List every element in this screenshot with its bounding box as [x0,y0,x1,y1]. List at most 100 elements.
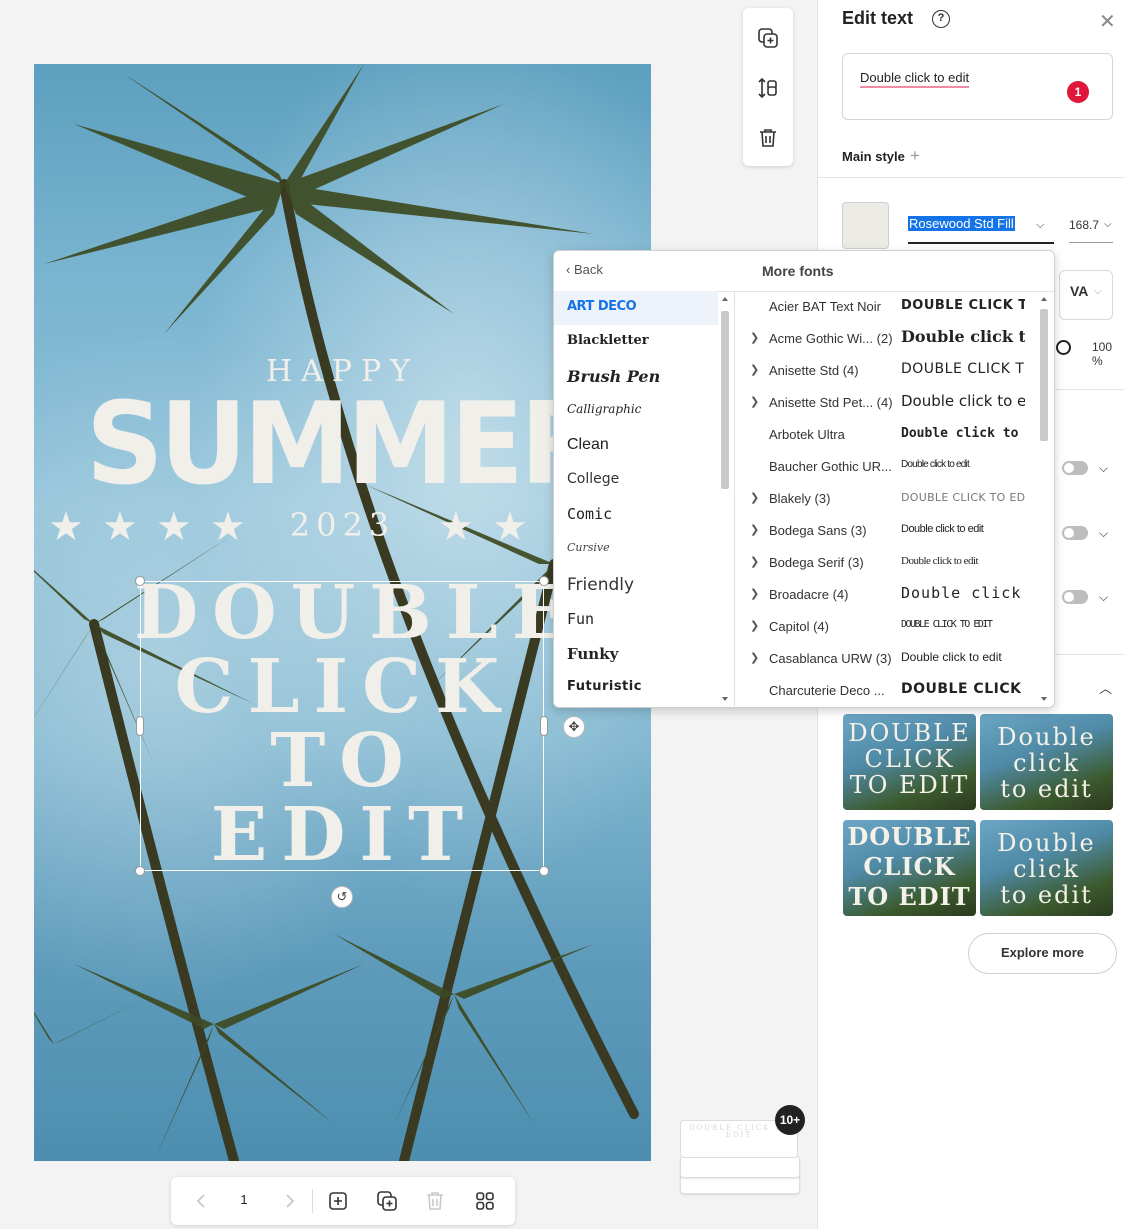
panel-title: Edit text [842,8,914,28]
grid-view-icon[interactable] [473,1189,497,1213]
category-label: Calligraphic [567,402,642,416]
spelling-error-badge[interactable]: 1 [1067,81,1089,103]
font-row[interactable]: ❯ Casablanca URW (3) Double click to edi… [735,643,1040,675]
more-fonts-popup: ‹ Back More fonts ART DECO Blackletter B… [553,250,1055,708]
rotate-handle-icon[interactable]: ↺ [331,886,353,908]
font-row[interactable]: Charcuterie Deco ... DOUBLE CLICK T [735,675,1040,707]
font-category-item[interactable]: Clean [554,428,718,462]
font-category-item[interactable]: Blackletter [554,325,718,359]
move-handle-icon[interactable]: ✥ [563,716,585,738]
text-selection-box[interactable] [140,581,544,871]
effect-toggle[interactable] [1062,526,1088,540]
style-preset-thumbnail[interactable]: Double click to edit [980,714,1113,810]
category-label: Cursive [567,541,610,554]
back-button[interactable]: ‹ Back [566,262,603,277]
font-category-item[interactable]: Fun [554,602,718,636]
font-category-item[interactable]: Friendly [554,567,718,601]
text-content-value[interactable]: Double click to edit [860,70,970,88]
font-row[interactable]: ❯ Bodega Sans (3) Double click to edit [735,515,1040,547]
font-row[interactable]: Acier BAT Text Noir DOUBLE CLICK TO [735,291,1040,323]
font-preview: DOUBLE CLICK TO EDIT [901,491,1025,504]
delete-icon[interactable] [756,126,780,150]
explore-more-button[interactable]: Explore more [968,933,1117,974]
font-family-value[interactable]: Rosewood Std Fill [908,216,1015,231]
category-scrollbar[interactable] [719,295,731,703]
font-row[interactable]: ❯ Acme Gothic Wi... (2) Double click to [735,323,1040,355]
kerning-button[interactable]: VA ⌵ [1059,270,1113,320]
thumb-line: click [1013,855,1080,883]
resize-handle-top-right[interactable] [539,576,549,586]
style-preset-thumbnail[interactable]: DOUBLE CLICK TO EDIT [843,714,976,810]
font-category-item[interactable]: Comic [554,497,718,531]
font-row[interactable]: ❯ Anisette Std (4) DOUBLE CLICK TO E [735,355,1040,387]
font-category-item[interactable]: Calligraphic [554,394,718,428]
chevron-down-icon[interactable]: ⌵ [1099,590,1108,605]
chevron-down-icon[interactable]: ⌵ [1104,219,1112,230]
font-category-item[interactable]: Cursive [554,533,718,567]
font-row[interactable]: ❯ Anisette Std Pet... (4) Double click t… [735,387,1040,419]
close-icon[interactable]: ✕ [1099,9,1116,34]
chevron-down-icon[interactable]: ⌵ [1099,461,1108,476]
chevron-right-icon[interactable]: ❯ [750,491,759,504]
chevron-right-icon[interactable]: ❯ [750,395,759,408]
category-label: Fun [567,610,595,628]
font-size-value[interactable]: 168.7 [1069,218,1099,232]
font-family-select[interactable]: Rosewood Std Fill ⌵ [908,212,1054,244]
duplicate-element-icon[interactable] [756,26,780,50]
font-row[interactable]: ❯ Bodega Serif (3) Double click to edit [735,547,1040,579]
font-row[interactable]: Arbotek Ultra Double click to e [735,419,1040,451]
chevron-right-icon[interactable]: ❯ [750,651,759,664]
chevron-right-icon[interactable]: ❯ [750,619,759,632]
font-row[interactable]: ❯ Broadacre (4) Double click t [735,579,1040,611]
prev-page-icon[interactable] [190,1189,214,1213]
arrange-layers-icon[interactable] [756,76,780,100]
opacity-value[interactable]: 100 % [1092,340,1125,368]
font-row[interactable]: ❯ Capitol (4) DOUBLE CLICK TO EDIT [735,611,1040,643]
chevron-left-icon: ‹ [566,262,574,277]
chevron-right-icon[interactable]: ❯ [750,331,759,344]
font-list: Acier BAT Text Noir DOUBLE CLICK TO ❯ Ac… [735,291,1040,707]
help-icon[interactable]: ? [932,10,950,28]
font-category-item[interactable]: ART DECO [554,291,718,325]
font-name: Arbotek Ultra [769,427,845,442]
add-style-icon[interactable]: + [910,146,920,166]
font-row[interactable]: ❯ Blakely (3) DOUBLE CLICK TO EDIT [735,483,1040,515]
thumb-line: Double [997,829,1096,857]
resize-handle-bottom-right[interactable] [539,866,549,876]
font-row[interactable]: Baucher Gothic UR... Double click to edi… [735,451,1040,483]
font-size-select[interactable]: 168.7 ⌵ [1069,212,1113,243]
resize-handle-bottom-left[interactable] [135,866,145,876]
font-name: Capitol (4) [769,619,829,634]
chevron-down-icon[interactable]: ⌵ [1099,526,1108,541]
resize-handle-left[interactable] [136,716,144,736]
font-preview: DOUBLE CLICK TO E [901,361,1025,377]
effect-toggle[interactable] [1062,461,1088,475]
font-category-item[interactable]: Brush Pen [554,359,718,393]
chevron-up-icon[interactable]: ︿ [1099,678,1112,697]
opacity-icon[interactable] [1056,340,1071,355]
font-category-item[interactable]: Funky [554,637,718,671]
effect-toggle[interactable] [1062,590,1088,604]
font-name: Casablanca URW (3) [769,651,892,666]
next-page-icon[interactable] [277,1189,301,1213]
chevron-right-icon[interactable]: ❯ [750,523,759,536]
delete-page-icon[interactable] [423,1189,447,1213]
chevron-right-icon[interactable]: ❯ [750,363,759,376]
font-list-scrollbar[interactable] [1038,295,1050,703]
resize-handle-top-left[interactable] [135,576,145,586]
back-label: Back [573,262,603,277]
add-page-icon[interactable] [326,1189,350,1213]
text-color-swatch[interactable] [842,202,889,249]
font-preview: Double click to edit [901,555,979,567]
text-content-field[interactable]: Double click to edit 1 [842,53,1113,120]
category-label: Comic [567,505,613,523]
chevron-right-icon[interactable]: ❯ [750,555,759,568]
font-category-item[interactable]: College [554,463,718,497]
chevron-right-icon[interactable]: ❯ [750,587,759,600]
style-preset-thumbnail[interactable]: Double click to edit [980,820,1113,916]
resize-handle-right[interactable] [540,716,548,736]
font-category-item[interactable]: Futuristic [554,671,718,705]
chevron-down-icon[interactable]: ⌵ [1036,219,1044,232]
style-preset-thumbnail[interactable]: DOUBLE CLICK TO EDIT [843,820,976,916]
duplicate-page-icon[interactable] [375,1189,399,1213]
